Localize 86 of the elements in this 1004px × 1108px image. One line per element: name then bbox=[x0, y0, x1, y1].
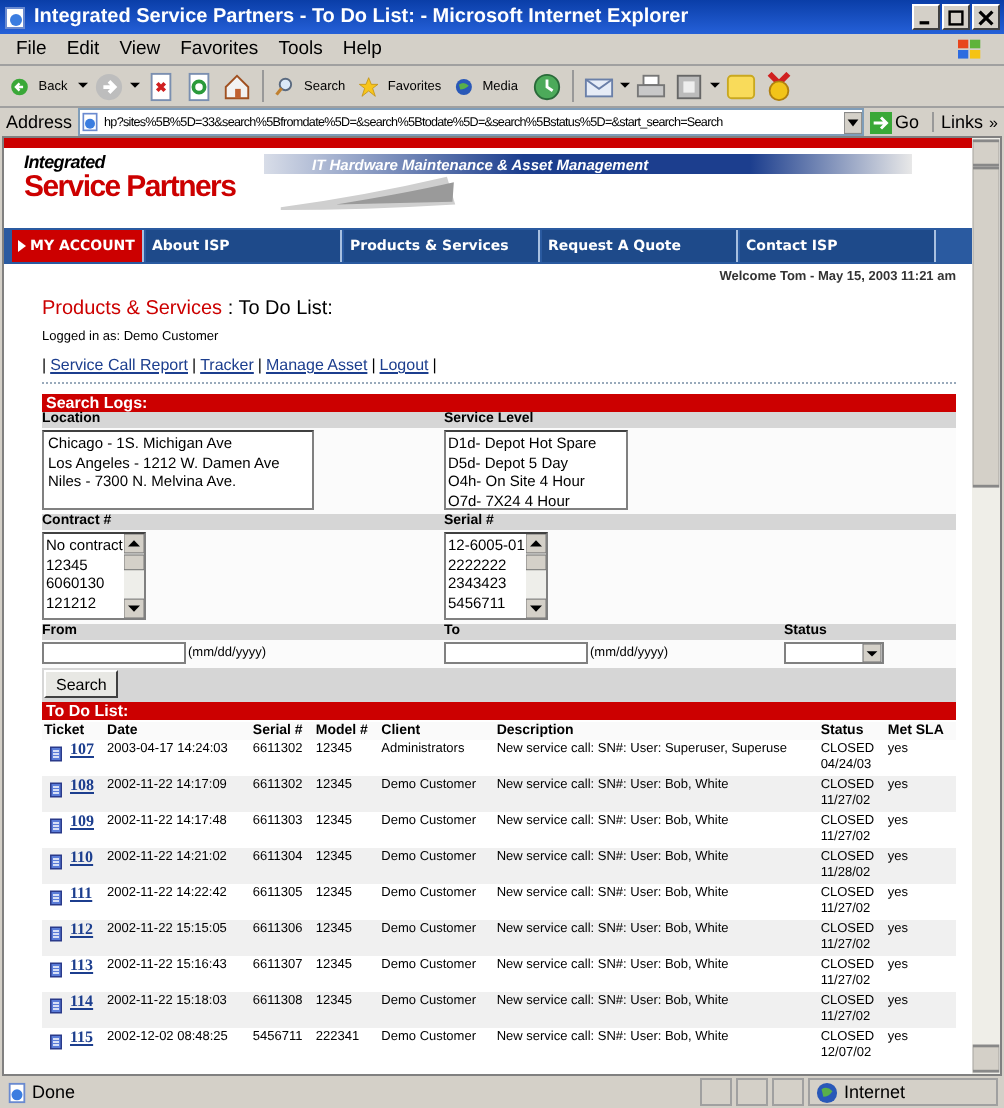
status-select[interactable] bbox=[784, 642, 884, 664]
section-header: To Do List: bbox=[42, 702, 956, 720]
menu-item[interactable]: View bbox=[109, 38, 171, 60]
document-icon bbox=[50, 890, 62, 906]
maximize-icon bbox=[948, 9, 964, 25]
printer-icon bbox=[635, 71, 666, 101]
menu-item[interactable]: Favorites bbox=[170, 38, 269, 60]
dropdown-arrow-icon[interactable] bbox=[843, 111, 862, 133]
refresh-icon bbox=[184, 71, 215, 101]
ticket-link[interactable]: 110 bbox=[70, 848, 94, 866]
menu-item[interactable]: Help bbox=[332, 38, 392, 60]
status-pane bbox=[700, 1078, 732, 1106]
ticket-link[interactable]: 113 bbox=[70, 956, 94, 974]
triangle-icon bbox=[18, 240, 26, 252]
status-text: Done bbox=[32, 1082, 78, 1102]
window-title: Integrated Service Partners - To Do List: - Microsoft Internet Explorer bbox=[34, 6, 691, 28]
zone-text: Internet bbox=[844, 1082, 906, 1102]
medal-icon bbox=[763, 71, 794, 101]
ticket-link[interactable]: 109 bbox=[70, 812, 94, 830]
caret-icon[interactable] bbox=[78, 82, 89, 90]
ticket-link[interactable]: 108 bbox=[70, 776, 94, 794]
section-header: Search Logs: bbox=[42, 394, 956, 412]
ticket-link[interactable]: 115 bbox=[70, 1028, 94, 1046]
ticket-link[interactable]: 114 bbox=[70, 992, 94, 1010]
date-field[interactable] bbox=[42, 642, 186, 664]
document-icon bbox=[50, 854, 62, 870]
links-label[interactable]: Links bbox=[931, 112, 984, 132]
nav-link[interactable]: Service Call Report bbox=[50, 356, 188, 374]
nav-link[interactable]: Manage Asset bbox=[265, 356, 368, 374]
logo-text: Integrated bbox=[24, 154, 108, 172]
separator: | bbox=[42, 356, 47, 374]
ie-page-icon bbox=[4, 5, 28, 29]
status-pane bbox=[772, 1078, 804, 1106]
separator: | bbox=[432, 356, 437, 374]
globe-icon bbox=[816, 1081, 838, 1103]
menu-item[interactable]: Tools bbox=[268, 38, 333, 60]
document-icon bbox=[50, 782, 62, 798]
nav-link[interactable]: Tracker bbox=[200, 356, 254, 374]
window-icon bbox=[673, 71, 704, 101]
ticket-link[interactable]: 111 bbox=[70, 884, 93, 902]
document-icon bbox=[50, 746, 62, 762]
stop-icon bbox=[146, 71, 177, 101]
page-title: : To Do List: bbox=[227, 298, 333, 320]
note-icon bbox=[725, 71, 756, 101]
maximize-button[interactable] bbox=[942, 4, 970, 30]
document-icon bbox=[50, 998, 62, 1014]
dropdown-arrow-icon bbox=[862, 644, 882, 662]
history-button[interactable] bbox=[529, 71, 564, 101]
edit-button[interactable] bbox=[671, 71, 706, 101]
document-icon bbox=[50, 818, 62, 834]
separator: | bbox=[371, 356, 376, 374]
document-icon bbox=[50, 926, 62, 942]
logo-text: Service Partners bbox=[24, 172, 238, 202]
minimize-button[interactable] bbox=[912, 4, 940, 30]
nav-link[interactable]: Logout bbox=[379, 356, 429, 374]
caret-icon[interactable] bbox=[130, 82, 141, 90]
close-button[interactable] bbox=[972, 4, 1000, 30]
caret-icon[interactable] bbox=[619, 82, 630, 90]
star-icon bbox=[358, 71, 380, 101]
page-icon bbox=[80, 112, 101, 132]
date-field[interactable] bbox=[444, 642, 588, 664]
windows-flag-icon bbox=[956, 37, 984, 61]
separator: | bbox=[257, 356, 262, 374]
scrollbar[interactable] bbox=[526, 534, 547, 618]
document-icon bbox=[50, 1034, 62, 1050]
close-icon bbox=[978, 9, 994, 25]
scrollbar[interactable] bbox=[124, 534, 145, 618]
document-icon bbox=[50, 962, 62, 978]
home-icon bbox=[222, 71, 253, 101]
ticket-link[interactable]: 107 bbox=[70, 740, 94, 758]
section-title: Products & Services bbox=[42, 298, 223, 320]
ticket-link[interactable]: 112 bbox=[70, 920, 94, 938]
search-button[interactable]: Search bbox=[44, 670, 119, 698]
home-button[interactable] bbox=[220, 71, 255, 101]
go-button[interactable]: Go bbox=[869, 111, 926, 133]
clock-icon bbox=[531, 71, 562, 101]
menu-item[interactable]: Edit bbox=[56, 38, 110, 60]
scrollbar[interactable] bbox=[972, 138, 1000, 1074]
print-button[interactable] bbox=[633, 71, 668, 101]
address-label: Address bbox=[6, 112, 73, 132]
page-icon bbox=[6, 1081, 28, 1103]
chevron-icon[interactable]: » bbox=[989, 113, 998, 131]
separator: | bbox=[192, 356, 197, 374]
caret-icon[interactable] bbox=[709, 82, 720, 90]
menu-item[interactable]: File bbox=[6, 38, 57, 60]
status-pane bbox=[736, 1078, 768, 1106]
